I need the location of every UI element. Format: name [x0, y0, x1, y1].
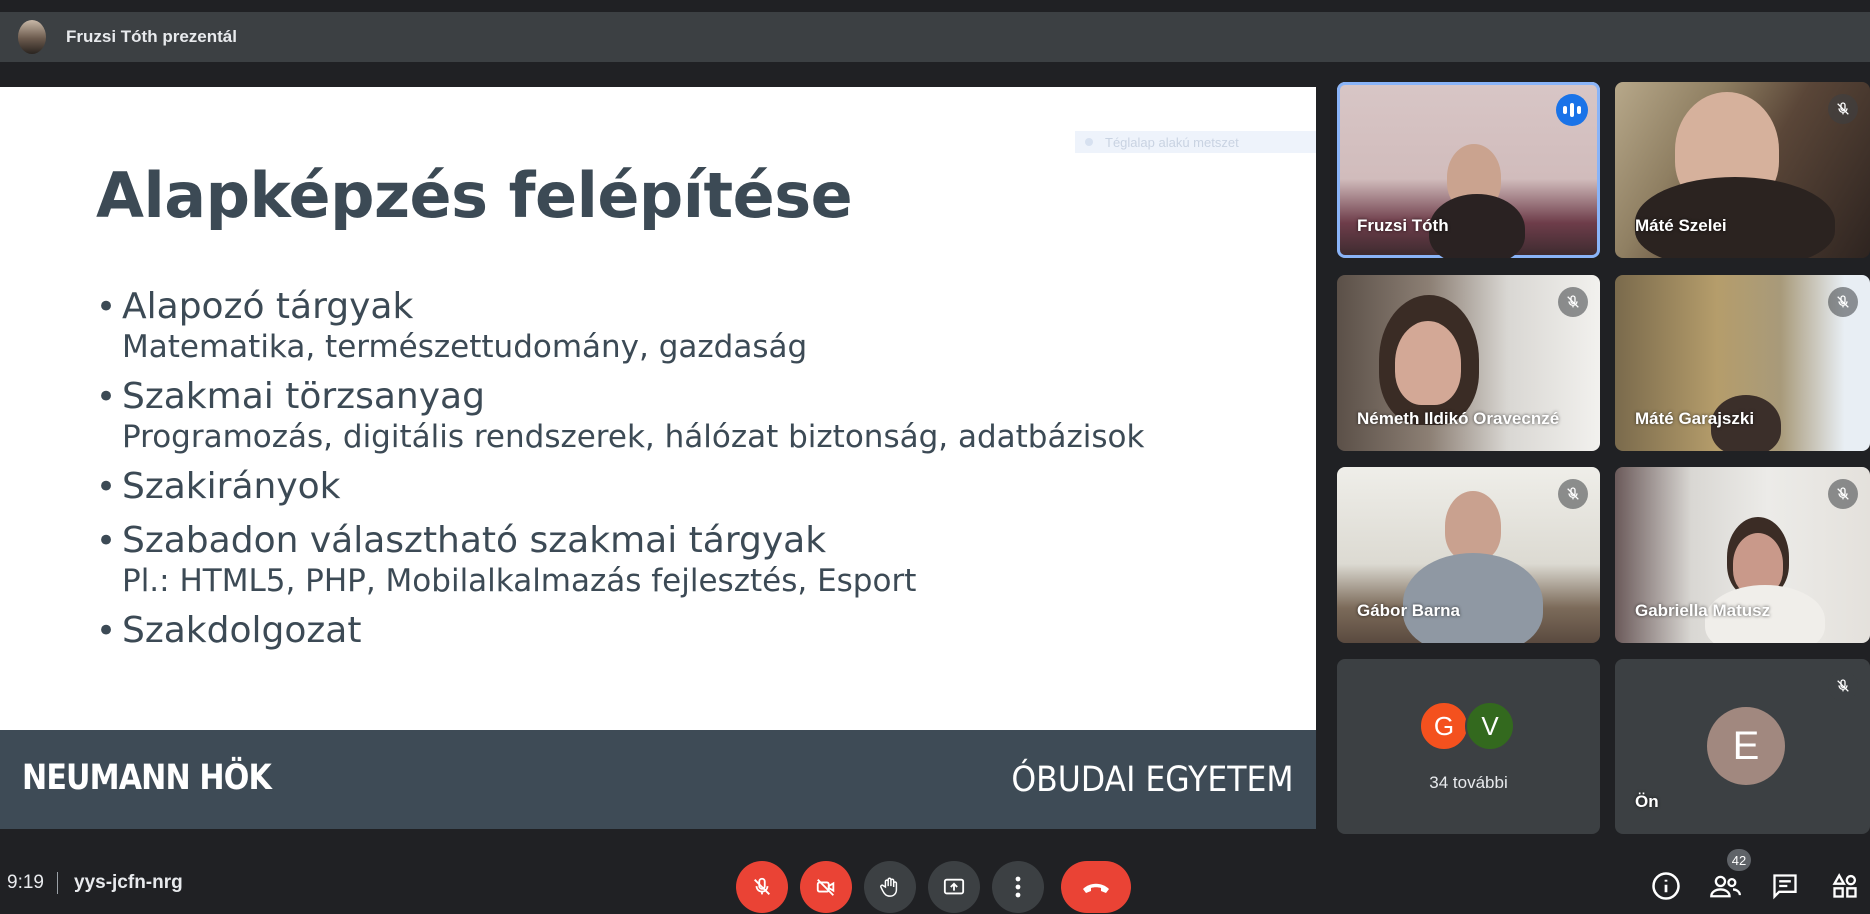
participant-tile[interactable]: Máté Garajszki [1615, 275, 1870, 451]
slide-bullet: • Szakirányok [96, 465, 1296, 509]
bullet-heading: Szakirányok [122, 466, 341, 507]
people-count-badge: 42 [1727, 849, 1751, 871]
clock: 9:19 [7, 872, 44, 893]
present-screen-button[interactable] [928, 861, 980, 913]
bullet-heading: Alapozó tárgyak [122, 286, 414, 327]
chat-button[interactable] [1767, 868, 1803, 904]
participant-name: Máté Garajszki [1635, 409, 1755, 428]
more-options-button[interactable] [992, 861, 1044, 913]
present-screen-icon [943, 878, 965, 895]
presenter-avatar [18, 20, 46, 54]
avatar: G [1419, 701, 1469, 751]
info-icon [1652, 872, 1680, 900]
meeting-code: yys-jcfn-nrg [74, 872, 183, 893]
bullet-heading: Szabadon választható szakmai tárgyak [122, 520, 827, 561]
leave-call-button[interactable] [1061, 861, 1131, 913]
bullet-dot: • [96, 287, 117, 327]
avatar: V [1465, 701, 1515, 751]
more-participants-avatars: G V [1419, 701, 1515, 751]
participant-tile[interactable]: Fruzsi Tóth [1337, 82, 1600, 258]
more-participants-label: 34 további [1429, 773, 1508, 792]
participant-name: Fruzsi Tóth [1357, 216, 1449, 235]
bullet-detail: Matematika, természettudomány, gazdaság [122, 329, 808, 365]
tooltip-text: Téglalap alakú metszet [1105, 134, 1239, 150]
bullet-dot: • [96, 467, 117, 507]
more-participants-tile[interactable]: G V 34 további [1337, 659, 1600, 834]
people-icon [1710, 875, 1741, 898]
camera-toggle-button[interactable] [800, 861, 852, 913]
camera-off-icon [816, 879, 835, 896]
people-button[interactable] [1707, 868, 1743, 904]
mic-toggle-button[interactable] [736, 861, 788, 913]
slide-bullet: • Alapozó tárgyak Matematika, természett… [96, 285, 1296, 365]
presentation-slide: Téglalap alakú metszet Alapképzés felépí… [0, 87, 1316, 829]
divider [57, 872, 58, 894]
mic-off-icon [1558, 479, 1588, 509]
hand-icon [880, 877, 898, 897]
mic-off-icon [754, 877, 770, 895]
slide-bullet: • Szakmai törzsanyag Programozás, digitá… [96, 375, 1296, 455]
meeting-details-button[interactable] [1648, 868, 1684, 904]
slide-footer: NEUMANN HÖK ÓBUDAI EGYETEM [0, 730, 1316, 829]
bullet-dot: • [96, 611, 117, 651]
slide-bullet: • Szakdolgozat [96, 609, 1296, 653]
bullet-heading: Szakdolgozat [122, 610, 362, 651]
participant-name: Máté Szelei [1635, 216, 1727, 235]
mic-off-icon [1828, 287, 1858, 317]
control-bar: 9:19 yys-jcfn-nrg [0, 846, 1870, 914]
participant-tile[interactable]: Gabriella Matusz [1615, 467, 1870, 643]
participant-tile[interactable]: Máté Szelei [1615, 82, 1870, 258]
activities-icon [1832, 873, 1857, 898]
mic-off-icon [1828, 671, 1858, 701]
participant-name: Gabriella Matusz [1635, 601, 1771, 620]
presenter-bar: Fruzsi Tóth prezentál [0, 12, 1870, 62]
mic-off-icon [1828, 94, 1858, 124]
raise-hand-button[interactable] [864, 861, 916, 913]
presenter-label: Fruzsi Tóth prezentál [66, 27, 237, 46]
participant-name: Ön [1635, 792, 1659, 811]
bullet-dot: • [96, 521, 117, 561]
hang-up-icon [1083, 883, 1109, 893]
more-vert-icon [1015, 876, 1021, 898]
speaking-indicator-icon [1556, 94, 1588, 126]
slide-tooltip: Téglalap alakú metszet [1075, 131, 1316, 153]
footer-university: ÓBUDAI EGYETEM [1011, 760, 1294, 800]
slide-bullet-list: • Alapozó tárgyak Matematika, természett… [96, 285, 1296, 663]
avatar: E [1707, 707, 1785, 785]
tooltip-dot [1085, 138, 1093, 146]
self-tile[interactable]: E Ön [1615, 659, 1870, 834]
slide-bullet: • Szabadon választható szakmai tárgyak P… [96, 519, 1296, 599]
mic-off-icon [1558, 287, 1588, 317]
mic-off-icon [1828, 479, 1858, 509]
bullet-detail: Programozás, digitális rendszerek, hálóz… [122, 419, 1145, 455]
bullet-detail: Pl.: HTML5, PHP, Mobilalkalmazás fejlesz… [122, 563, 917, 599]
bullet-dot: • [96, 377, 117, 417]
participant-name: Németh Ildikó Oravecnzé [1357, 409, 1560, 428]
participant-tile[interactable]: Németh Ildikó Oravecnzé [1337, 275, 1600, 451]
activities-button[interactable] [1827, 868, 1863, 904]
bullet-heading: Szakmai törzsanyag [122, 376, 485, 417]
participant-tile[interactable]: Gábor Barna [1337, 467, 1600, 643]
participant-name: Gábor Barna [1357, 601, 1460, 620]
footer-logo-neumann: NEUMANN HÖK [22, 758, 272, 798]
chat-icon [1773, 874, 1797, 900]
slide-title: Alapképzés felépítése [96, 159, 853, 232]
